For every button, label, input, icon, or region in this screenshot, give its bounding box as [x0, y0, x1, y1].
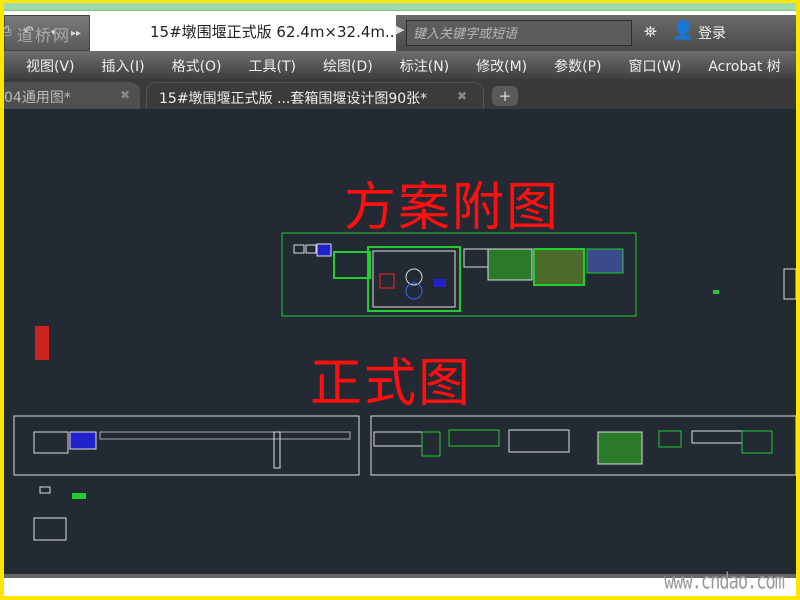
new-tab-button[interactable]: +: [492, 86, 518, 106]
sheet-mark: [434, 279, 446, 287]
frame-formal-right: [370, 415, 796, 476]
sheet: [305, 244, 317, 254]
document-title: 15#墩围堰正式版 62.4m×32.4m...: [150, 23, 400, 41]
sheet: [533, 248, 585, 286]
sheet: [333, 251, 371, 279]
sheet: [69, 431, 97, 450]
sheet: [35, 326, 49, 360]
tab-cofferdam-drawing[interactable]: 15#墩围堰正式版 ...套箱围堰设计图90张* ✖: [146, 82, 484, 109]
menu-view[interactable]: 视图(V): [26, 51, 75, 79]
frame-formal-left: [13, 415, 360, 476]
binoculars-icon[interactable]: ⛯: [644, 22, 657, 42]
user-icon[interactable]: 👤: [672, 20, 694, 41]
sheet: [741, 430, 773, 454]
footer-watermark: www.cndao.com: [663, 569, 785, 595]
sheet: [316, 243, 332, 257]
menu-insert[interactable]: 插入(I): [102, 51, 145, 79]
label-scheme-drawings: 方案附图: [344, 178, 561, 238]
sheet: [367, 246, 461, 312]
tab-general-drawing[interactable]: 04通用图* ✖: [4, 82, 140, 109]
sheet: [463, 248, 489, 268]
sheet: [487, 248, 533, 281]
window-top-strip: [4, 3, 796, 11]
sheet: [273, 431, 281, 469]
sheet-mark: [379, 273, 395, 289]
sheet: [658, 430, 682, 448]
menu-dimension[interactable]: 标注(N): [400, 51, 449, 79]
search-input[interactable]: [406, 20, 632, 46]
menu-window[interactable]: 窗口(W): [629, 51, 682, 79]
sheet: [293, 244, 305, 254]
site-logo: 道桥网: [17, 26, 72, 45]
sheet: [33, 517, 67, 541]
menu-tools[interactable]: 工具(T): [249, 51, 296, 79]
close-icon[interactable]: ✖: [457, 89, 467, 103]
tab-label: 15#墩围堰正式版 ...套箱围堰设计图90张*: [159, 91, 428, 107]
sheet: [72, 493, 86, 499]
sheet: [691, 430, 743, 444]
sheet: [713, 290, 719, 294]
sheet: [586, 248, 624, 274]
sheet: [421, 431, 441, 457]
quick-access-toolbar: ⎙ ↶ ▾ ▸▸ 道桥网: [4, 15, 90, 51]
login-button[interactable]: 登录: [698, 23, 726, 43]
menu-format[interactable]: 格式(O): [172, 51, 222, 79]
menu-parametric[interactable]: 参数(P): [554, 51, 601, 79]
menu-bar: 视图(V) 插入(I) 格式(O) 工具(T) 绘图(D) 标注(N) 修改(M…: [4, 51, 796, 79]
label-formal-drawings: 正式图: [310, 354, 473, 414]
sheet: [508, 429, 570, 453]
sheet: [39, 486, 51, 494]
sheet-row: [99, 431, 351, 440]
menu-draw[interactable]: 绘图(D): [323, 51, 373, 79]
sheet: [33, 431, 69, 454]
drawing-canvas[interactable]: 方案附图 正式图: [4, 109, 796, 574]
sheet: [373, 431, 423, 447]
document-tabs: 04通用图* ✖ 15#墩围堰正式版 ...套箱围堰设计图90张* ✖ +: [4, 79, 796, 109]
tab-label: 04通用图*: [4, 90, 71, 106]
menu-acrobat[interactable]: Acrobat 树: [708, 51, 780, 79]
app-window: ⎙ ↶ ▾ ▸▸ 道桥网 15#墩围堰正式版 62.4m×32.4m... ▶ …: [4, 3, 796, 596]
sheet: [597, 431, 643, 465]
sheet: [448, 429, 500, 447]
more-icon[interactable]: ▸▸: [71, 28, 81, 39]
menu-modify[interactable]: 修改(M): [476, 51, 527, 79]
sheet: [783, 268, 796, 300]
info-center-bar: ▶ ⛯ 👤 登录: [396, 15, 796, 51]
save-icon[interactable]: ⎙: [4, 24, 11, 39]
close-icon[interactable]: ✖: [120, 88, 130, 102]
